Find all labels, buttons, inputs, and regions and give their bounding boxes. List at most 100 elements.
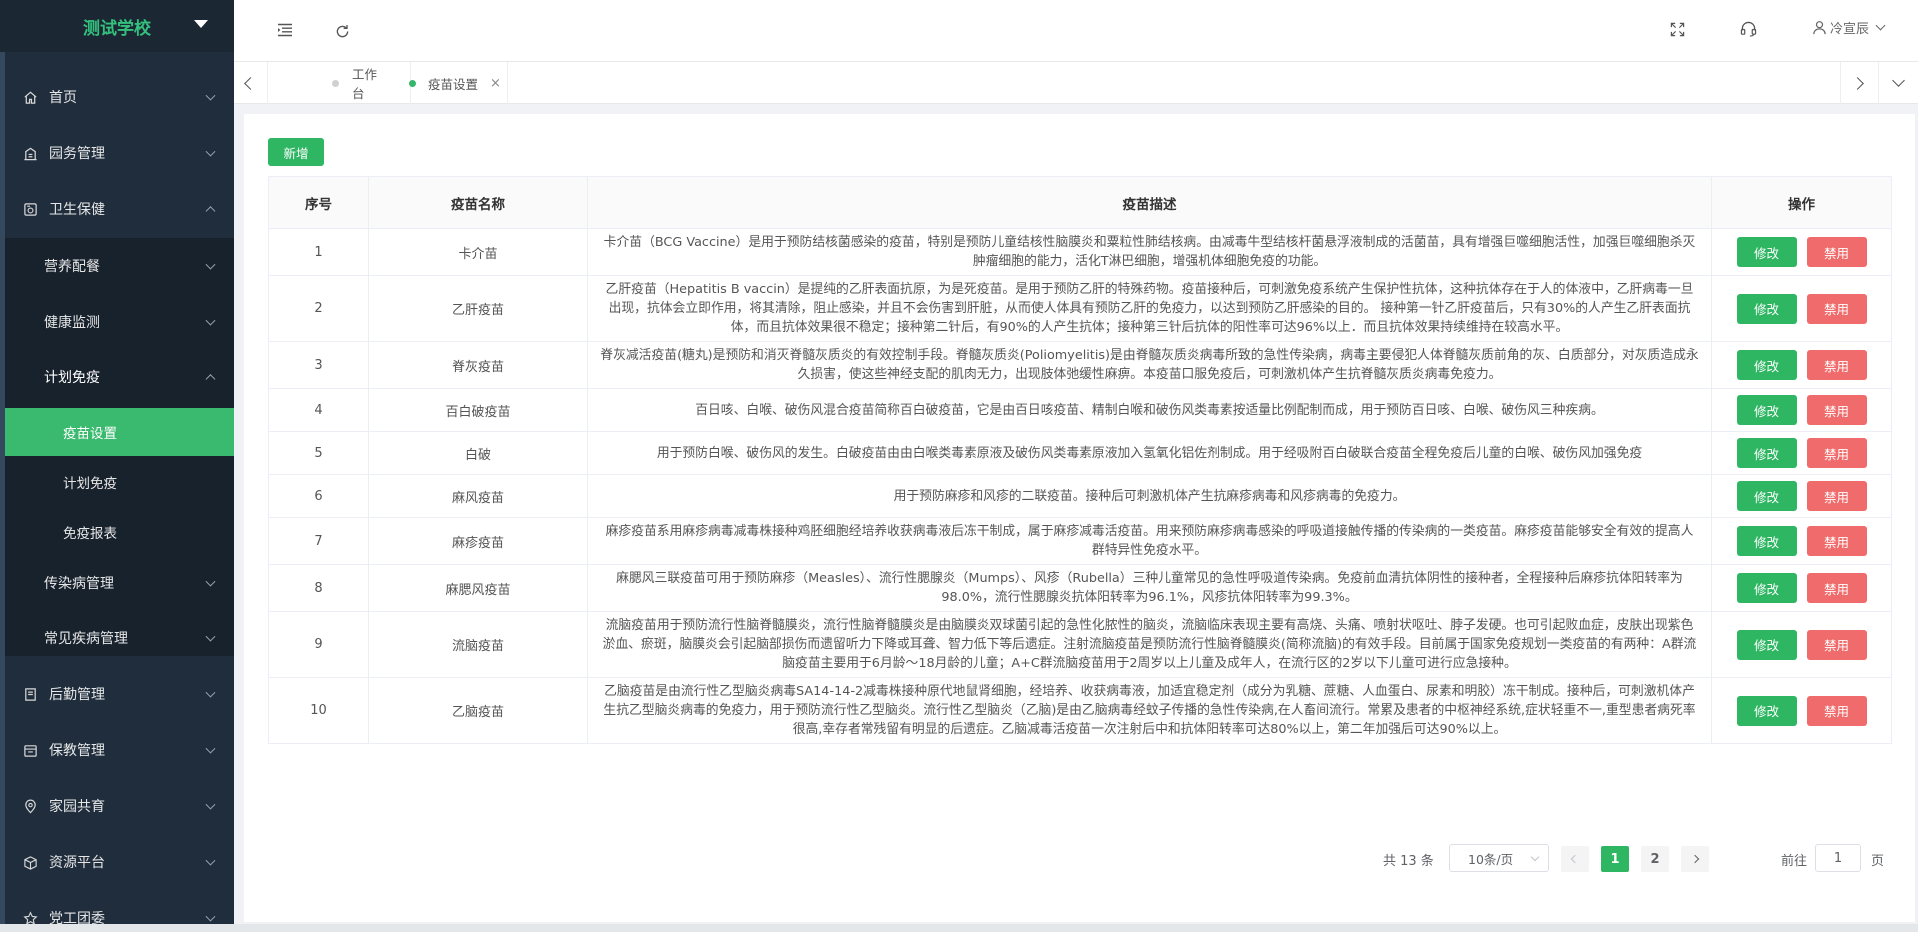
page-size-select[interactable]: 10条/页 [1449, 844, 1549, 872]
page-button-2[interactable]: 2 [1641, 846, 1669, 872]
sidebar-item-label: 免疫报表 [63, 526, 117, 542]
caret-down-icon[interactable] [194, 20, 208, 28]
disable-button[interactable]: 禁用 [1806, 237, 1867, 267]
edit-button[interactable]: 修改 [1736, 481, 1797, 511]
disable-button[interactable]: 禁用 [1806, 695, 1867, 726]
cell-ops: 修改 禁用 [1711, 517, 1892, 565]
prev-page-button[interactable] [1561, 846, 1589, 872]
chevron-down-icon [205, 799, 216, 810]
cell-name: 乙脑疫苗 [368, 677, 588, 744]
cell-no: 8 [268, 564, 369, 612]
cell-desc: 麻腮风三联疫苗可用于预防麻疹（Measles）、流行性腮腺炎（Mumps）、风疹… [587, 564, 1712, 612]
refresh-icon[interactable] [332, 21, 352, 41]
sidebar-item-immunization-plan[interactable]: 计划免疫 [5, 458, 234, 506]
main-content: 新增 序号 疫苗名称 疫苗描述 操作 1 卡介苗 卡介苗（BCG Vaccine）是… [244, 114, 1915, 922]
sidebar-item-health-care[interactable]: 卫生保健 [5, 181, 234, 237]
disable-button[interactable]: 禁用 [1806, 573, 1867, 603]
cell-ops: 修改 禁用 [1711, 564, 1892, 612]
sidebar-item-campus-affairs[interactable]: 园务管理 [5, 125, 234, 181]
column-header-name: 疫苗名称 [368, 176, 588, 229]
sidebar-item-label: 计划免疫 [63, 476, 117, 492]
document-icon [22, 686, 38, 702]
chevron-down-icon [205, 911, 216, 922]
chevron-down-icon [1875, 20, 1886, 31]
cell-ops: 修改 禁用 [1711, 677, 1892, 744]
cell-desc: 用于预防白喉、破伤风的发生。白破疫苗由由白喉类毒素原液及破伤风类毒素原液加入氢氧… [587, 431, 1712, 475]
sidebar-item-resources[interactable]: 资源平台 [5, 834, 234, 890]
disable-button[interactable]: 禁用 [1806, 629, 1867, 660]
page-size-value: 10条/页 [1468, 851, 1514, 867]
tabs-scroll-right[interactable] [1840, 62, 1874, 104]
edit-button[interactable]: 修改 [1736, 526, 1797, 556]
sidebar-item-infectious-disease[interactable]: 传染病管理 [5, 555, 234, 611]
close-icon[interactable]: × [490, 76, 501, 91]
sidebar-item-label: 后勤管理 [49, 687, 105, 703]
cell-no: 2 [268, 275, 369, 342]
goto-page-input[interactable] [1815, 844, 1861, 872]
tab-vaccine-settings[interactable]: 疫苗设置 × [377, 62, 508, 104]
sidebar-item-nutrition[interactable]: 营养配餐 [5, 238, 234, 294]
sidebar-item-label: 卫生保健 [49, 202, 105, 218]
user-icon [1813, 21, 1826, 35]
sidebar-item-common-disease[interactable]: 常见疾病管理 [5, 610, 234, 666]
tabs-scroll-left[interactable] [234, 62, 268, 104]
edit-button[interactable]: 修改 [1736, 695, 1797, 726]
next-page-button[interactable] [1681, 846, 1709, 872]
chevron-left-icon [244, 76, 257, 90]
disable-button[interactable]: 禁用 [1806, 438, 1867, 468]
sidebar-item-logistics[interactable]: 后勤管理 [5, 666, 234, 722]
fullscreen-icon[interactable] [1667, 19, 1687, 39]
sidebar-item-education[interactable]: 保教管理 [5, 722, 234, 778]
table-row: 4 百白破疫苗 百日咳、白喉、破伤风混合疫苗简称百白破疫苗，它是由百日咳疫苗、精制白… [268, 388, 1892, 432]
chevron-down-icon [1530, 852, 1540, 862]
tabs-bar: 工作台 疫苗设置 × [234, 62, 1918, 104]
cell-ops: 修改 禁用 [1711, 228, 1892, 276]
table-header-row: 序号 疫苗名称 疫苗描述 操作 [268, 176, 1892, 229]
sidebar-item-home-school[interactable]: 家园共育 [5, 778, 234, 834]
tabs-menu[interactable] [1878, 62, 1918, 104]
sidebar-item-vaccine-settings[interactable]: 疫苗设置 [5, 408, 234, 456]
disable-button[interactable]: 禁用 [1806, 481, 1867, 511]
edit-button[interactable]: 修改 [1736, 293, 1797, 324]
cell-name: 白破 [368, 431, 588, 475]
sidebar-item-label: 常见疾病管理 [44, 631, 128, 647]
page-button-1[interactable]: 1 [1601, 846, 1629, 872]
chevron-left-icon [1570, 854, 1580, 864]
disable-button[interactable]: 禁用 [1806, 526, 1867, 556]
chevron-right-icon [1851, 76, 1864, 90]
sidebar-item-home[interactable]: 首页 [5, 69, 234, 125]
sidebar-item-immunization[interactable]: 计划免疫 [5, 349, 234, 405]
user-menu[interactable]: 冷宣辰 [1812, 18, 1886, 37]
cell-name: 百白破疫苗 [368, 388, 588, 432]
edit-button[interactable]: 修改 [1736, 395, 1797, 425]
sidebar-item-health-monitoring[interactable]: 健康监测 [5, 294, 234, 350]
headset-icon[interactable] [1737, 19, 1759, 39]
edit-button[interactable]: 修改 [1736, 629, 1797, 660]
cell-no: 4 [268, 388, 369, 432]
menu-fold-icon[interactable] [275, 20, 295, 40]
goto-label: 前往 [1781, 854, 1808, 869]
edit-button[interactable]: 修改 [1736, 573, 1797, 603]
pagination-total: 共 13 条 [1383, 854, 1434, 869]
edit-button[interactable]: 修改 [1736, 438, 1797, 468]
edit-button[interactable]: 修改 [1736, 237, 1797, 267]
disable-button[interactable]: 禁用 [1806, 395, 1867, 425]
chevron-down-icon [205, 90, 216, 101]
top-header: 冷宣辰 [234, 0, 1918, 62]
table-row: 8 麻腮风疫苗 麻腮风三联疫苗可用于预防麻疹（Measles）、流行性腮腺炎（Mum… [268, 564, 1892, 612]
cell-desc: 百日咳、白喉、破伤风混合疫苗简称百白破疫苗，它是由百日咳疫苗、精制白喉和破伤风类… [587, 388, 1712, 432]
building-icon [22, 145, 38, 161]
school-switcher[interactable]: 测试学校 [0, 0, 234, 52]
cell-ops: 修改 禁用 [1711, 611, 1892, 678]
disable-button[interactable]: 禁用 [1806, 350, 1867, 380]
home-icon [22, 89, 38, 105]
table-row: 10 乙脑疫苗 乙脑疫苗是由流行性乙型脑炎病毒SA14-14-2减毒株接种原代地鼠肾… [268, 677, 1892, 744]
table-row: 9 流脑疫苗 流脑疫苗用于预防流行性脑脊髓膜炎，流行性脑脊髓膜炎是由脑膜炎双球菌引起… [268, 611, 1892, 678]
sidebar-item-immunization-report[interactable]: 免疫报表 [5, 508, 234, 556]
add-button[interactable]: 新增 [268, 138, 324, 166]
table-row: 6 麻风疫苗 用于预防麻疹和风疹的二联疫苗。接种后可刺激机体产生抗麻疹病毒和风疹病毒… [268, 474, 1892, 518]
disable-button[interactable]: 禁用 [1806, 293, 1867, 324]
cell-ops: 修改 禁用 [1711, 275, 1892, 342]
edit-button[interactable]: 修改 [1736, 350, 1797, 380]
cell-name: 麻腮风疫苗 [368, 564, 588, 612]
